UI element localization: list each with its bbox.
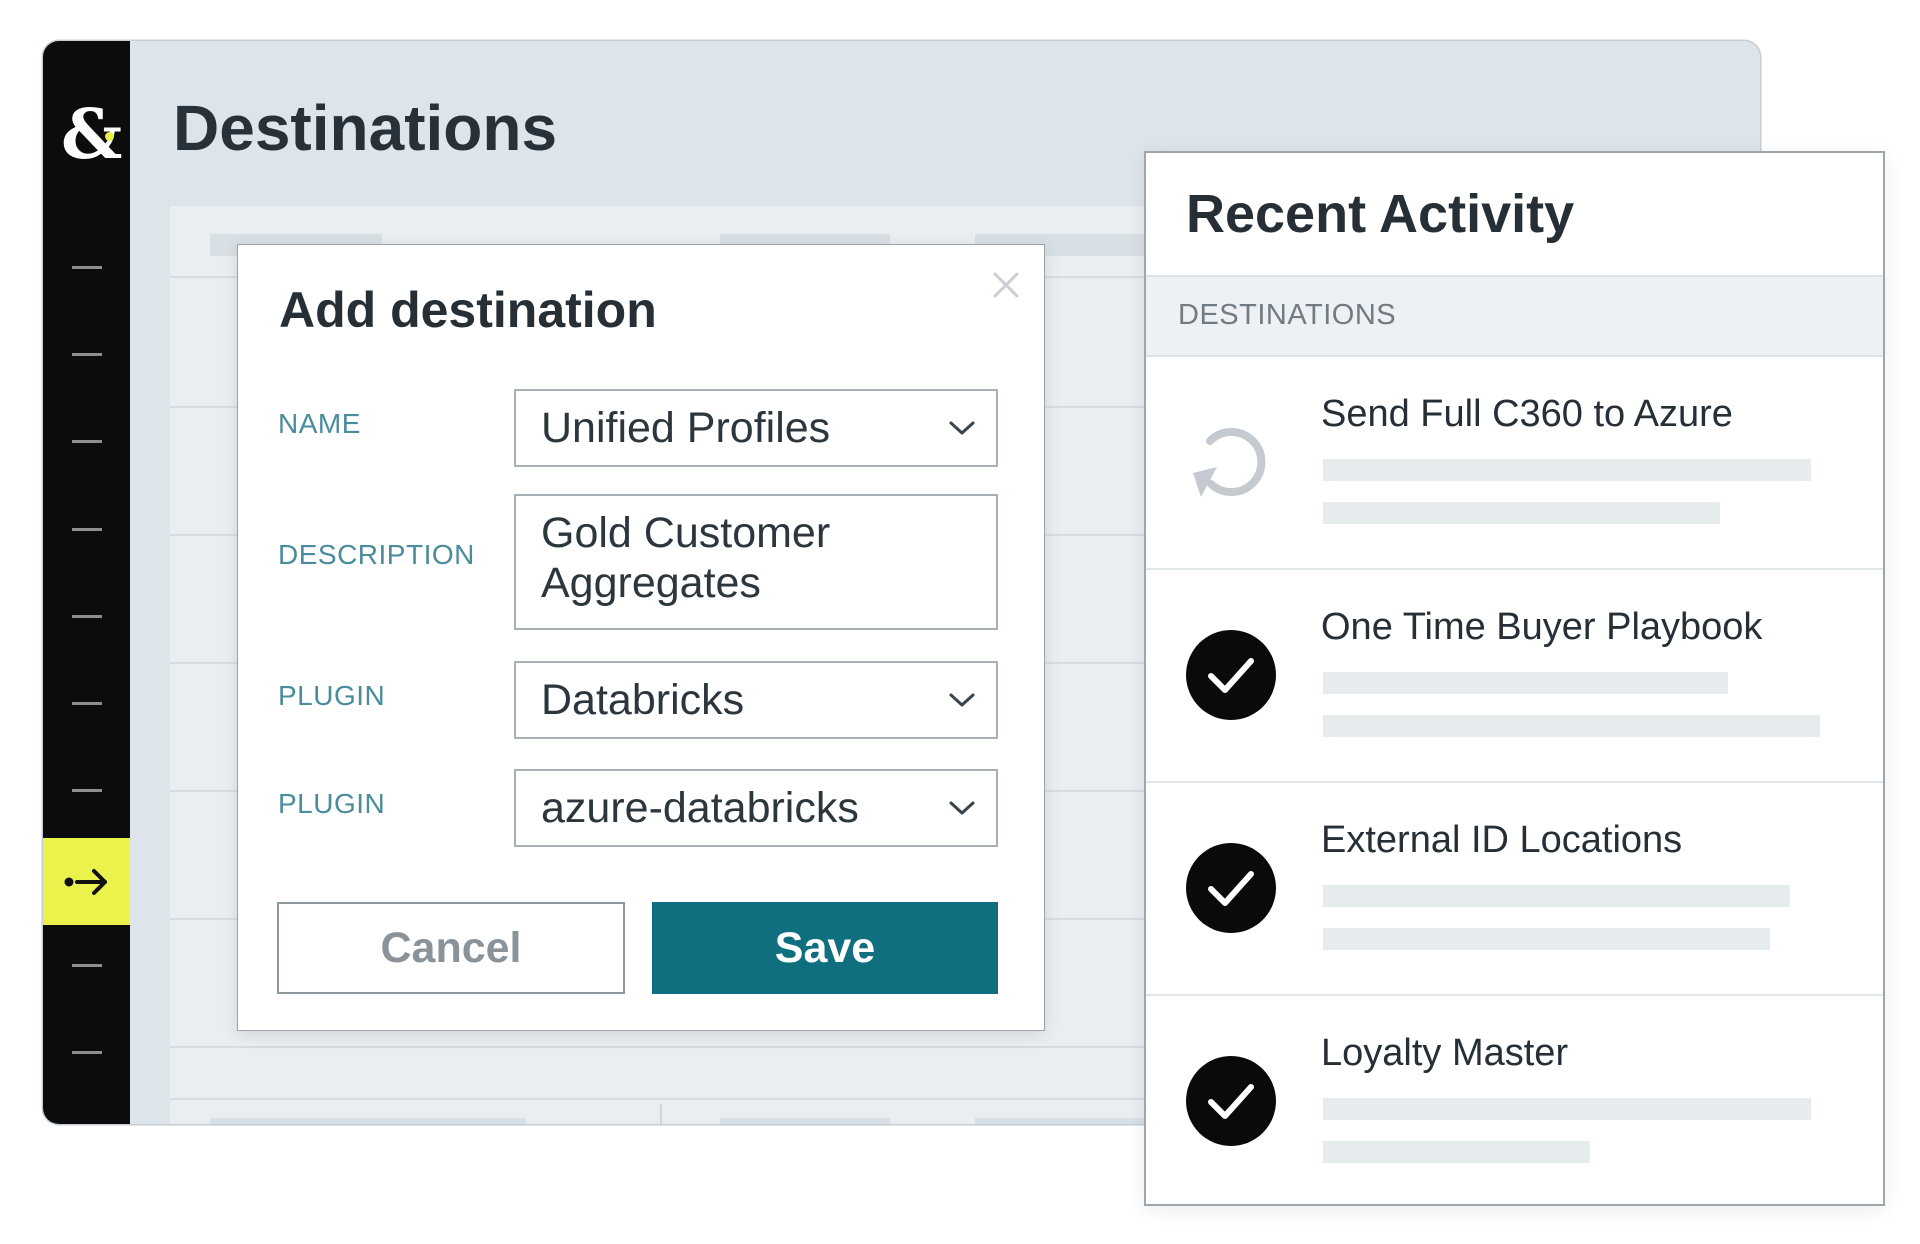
name-select-value: Unified Profiles: [541, 404, 831, 452]
modal-title: Add destination: [279, 282, 657, 338]
sidebar-item-4[interactable]: [72, 528, 102, 531]
cancel-button[interactable]: Cancel: [277, 902, 625, 994]
refresh-icon: [1193, 428, 1266, 497]
sidebar-item-9[interactable]: [72, 1051, 102, 1054]
activity-item-name: Send Full C360 to Azure: [1321, 393, 1733, 435]
plugin-type-select-value: azure-databricks: [541, 784, 859, 832]
sidebar-item-destinations[interactable]: [43, 838, 130, 925]
activity-section-header: DESTINATIONS: [1146, 275, 1883, 357]
sidebar-item-5[interactable]: [72, 615, 102, 618]
name-select[interactable]: Unified Profiles: [514, 389, 998, 467]
check-circle-icon: [1186, 630, 1276, 720]
description-label: DESCRIPTION: [278, 539, 475, 570]
sidebar-item-2[interactable]: [72, 353, 102, 356]
sidebar-item-8[interactable]: [72, 964, 102, 967]
activity-item-name: External ID Locations: [1321, 819, 1683, 861]
activity-item[interactable]: Send Full C360 to Azure: [1146, 357, 1883, 570]
chevron-down-icon: [949, 693, 975, 707]
close-button[interactable]: [986, 265, 1026, 305]
chevron-down-icon: [949, 801, 975, 815]
chevron-down-icon: [949, 421, 975, 435]
plugin-select-value: Databricks: [541, 676, 745, 724]
add-destination-modal: Add destination NAME Unified Profiles DE…: [237, 244, 1045, 1031]
check-circle-icon: [1186, 1056, 1276, 1146]
section-label: DESTINATIONS: [1178, 299, 1397, 331]
sidebar-item-3[interactable]: [72, 440, 102, 443]
activity-item[interactable]: External ID Locations: [1146, 783, 1883, 996]
name-label: NAME: [278, 408, 361, 439]
plugin-select[interactable]: Databricks: [514, 661, 998, 739]
page-title: Destinations: [173, 92, 558, 164]
sidebar-item-1[interactable]: [72, 266, 102, 269]
plugin-label: PLUGIN: [278, 680, 386, 711]
sidebar-item-6[interactable]: [72, 702, 102, 705]
check-circle-icon: [1186, 843, 1276, 933]
plugin-type-select[interactable]: azure-databricks: [514, 769, 998, 847]
recent-activity-panel: Recent Activity DESTINATIONS Send Full C…: [1144, 151, 1885, 1206]
activity-item[interactable]: Loyalty Master: [1146, 996, 1883, 1209]
activity-item-name: Loyalty Master: [1321, 1032, 1569, 1074]
plugin-type-label: PLUGIN: [278, 788, 386, 819]
description-field[interactable]: Gold Customer Aggregates: [514, 494, 998, 630]
close-icon: [993, 272, 1019, 298]
logo-dot: [105, 132, 114, 141]
activity-item-name: One Time Buyer Playbook: [1321, 606, 1763, 648]
activity-title: Recent Activity: [1186, 184, 1575, 244]
activity-item[interactable]: One Time Buyer Playbook: [1146, 570, 1883, 783]
sidebar: &: [43, 41, 130, 1124]
save-button[interactable]: Save: [652, 902, 998, 994]
arrow-right-icon: [64, 868, 107, 895]
sidebar-item-7[interactable]: [72, 789, 102, 792]
